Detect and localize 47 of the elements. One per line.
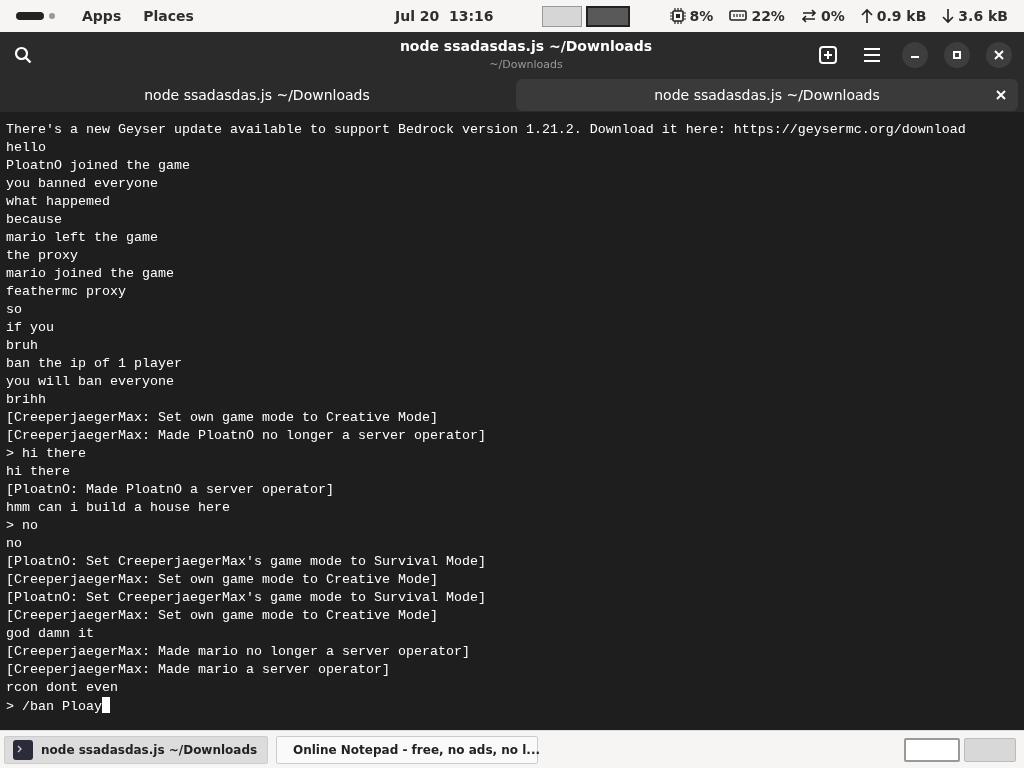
- terminal-line: because: [6, 211, 62, 229]
- terminal-line: > no: [6, 517, 38, 535]
- terminal-line: [PloatnO: Made PloatnO a server operator]: [6, 481, 334, 499]
- terminal-line: [CreeperjaegerMax: Set own game mode to Creative Mode]: [6, 607, 438, 625]
- terminal-line: [CreeperjaegerMax: Made mario no longer a server operator]: [6, 643, 470, 661]
- terminal-line: bruh: [6, 337, 38, 355]
- indicator-value: 8%: [689, 6, 714, 26]
- indicator-value: 0%: [820, 6, 845, 26]
- terminal-line: so: [6, 301, 22, 319]
- terminal-line: you will ban everyone: [6, 373, 174, 391]
- clock[interactable]: Jul 20 13:16: [394, 5, 494, 27]
- terminal-line: > hi there: [6, 445, 86, 463]
- command-input[interactable]: > /ban Ploay: [6, 699, 102, 714]
- terminal-line: the proxy: [6, 247, 78, 265]
- terminal-line: hi there: [6, 463, 70, 481]
- tab[interactable]: node ssadasdas.js ~/Downloads: [516, 79, 1018, 111]
- terminal-line: what happemed: [6, 193, 110, 211]
- terminal-line: hello: [6, 139, 46, 157]
- taskbar-window[interactable]: node ssadasdas.js ~/Downloads: [4, 735, 268, 764]
- terminal-line: ban the ip of 1 player: [6, 355, 182, 373]
- terminal-line: [CreeperjaegerMax: Made PloatnO no longer a server operator]: [6, 427, 486, 445]
- terminal-line: rcon dont even: [6, 679, 118, 697]
- terminal-line: PloatnO joined the game: [6, 157, 190, 175]
- menu-label[interactable]: Apps: [82, 5, 122, 27]
- terminal-line: mario joined the game: [6, 265, 174, 283]
- terminal-line: brihh: [6, 391, 46, 409]
- taskbar-window[interactable]: Online Notepad - free, no ads, no l...: [276, 735, 538, 764]
- window-subtitle: ~/Downloads: [489, 57, 563, 74]
- tab[interactable]: node ssadasdas.js ~/Downloads: [6, 79, 508, 111]
- terminal-line: if you: [6, 319, 54, 337]
- terminal-line: mario left the game: [6, 229, 158, 247]
- terminal-line: you banned everyone: [6, 175, 158, 193]
- window-title: node ssadasdas.js ~/Downloads: [399, 37, 653, 57]
- terminal-line: no: [6, 535, 22, 553]
- terminal-line: [CreeperjaegerMax: Made mario a server operator]: [6, 661, 390, 679]
- indicator-value: 3.6 kB: [958, 6, 1008, 26]
- menu-label[interactable]: Places: [143, 5, 194, 27]
- terminal-line: [PloatnO: Set CreeperjaegerMax's game mode to Survival Mode]: [6, 589, 486, 607]
- indicator-value: 22%: [751, 6, 785, 26]
- terminal-line: feathermc proxy: [6, 283, 126, 301]
- terminal-line: There's a new Geyser update available to support Bedrock version 1.21.2. Download it here: https://geysermc.org/download: [6, 121, 966, 139]
- terminal-line: [CreeperjaegerMax: Set own game mode to Creative Mode]: [6, 571, 438, 589]
- terminal-line: hmm can i build a house here: [6, 499, 230, 517]
- terminal-line: god damn it: [6, 625, 94, 643]
- terminal-line: [PloatnO: Set CreeperjaegerMax's game mode to Survival Mode]: [6, 553, 486, 571]
- terminal-line: [CreeperjaegerMax: Set own game mode to Creative Mode]: [6, 409, 438, 427]
- indicator-value: 0.9 kB: [876, 6, 927, 26]
